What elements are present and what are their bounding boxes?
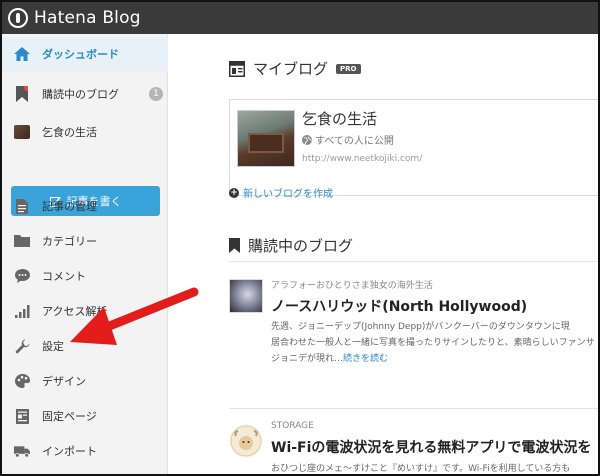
blog-visibility: すべての人に公開 xyxy=(302,132,394,147)
document-icon xyxy=(14,198,30,214)
entry-title[interactable]: Wi-Fiの電波状況を見れる無料アプリで電波状況を xyxy=(271,437,591,457)
bookmark-icon xyxy=(14,86,30,102)
hatena-blog-logo[interactable]: Hatena Blog xyxy=(8,6,141,30)
page-icon xyxy=(14,408,30,424)
entry-thumbnail[interactable] xyxy=(229,424,263,458)
my-blog-title: マイブログ xyxy=(253,60,329,78)
sidebar-item-label: コメント xyxy=(42,270,86,283)
sidebar-item-fixed-pages[interactable]: 固定ページ xyxy=(2,399,168,433)
entry-body-line: 先週、ジョニーデップ(Johnny Depp)がバンクーバーのダウンタウンに現 xyxy=(271,322,570,332)
sidebar-item-settings[interactable]: 設定 xyxy=(2,329,168,363)
bar-chart-icon xyxy=(14,303,30,319)
entry-blog-name[interactable]: アラフォーおひとりさま独女の海外生活 xyxy=(271,278,433,291)
sidebar-item-label: 記事の管理 xyxy=(42,200,97,213)
sidebar-item-label: デザイン xyxy=(42,375,86,388)
home-icon xyxy=(14,46,30,62)
sidebar-item-label: カテゴリー xyxy=(42,235,97,248)
sidebar-item-label: アクセス解析 xyxy=(42,305,108,318)
new-blog-link[interactable]: + 新しいブログを作成 xyxy=(229,185,333,200)
sidebar-item-analytics[interactable]: アクセス解析 xyxy=(2,294,168,328)
sidebar-item-category[interactable]: カテゴリー xyxy=(2,224,168,258)
sidebar-item-label: 設定 xyxy=(42,340,64,353)
subscribed-title: 購読中のブログ xyxy=(248,237,354,255)
sidebar-item-subscribed[interactable]: 購読中のブログ 1 xyxy=(2,77,168,111)
entry-body-line: ジョニデが現れ…続きを読む xyxy=(271,351,388,367)
plus-circle-icon: + xyxy=(229,187,239,198)
sheep-icon xyxy=(230,425,262,457)
top-bar: Hatena Blog xyxy=(2,2,598,34)
sidebar-item-import[interactable]: インポート xyxy=(2,434,168,468)
divider xyxy=(229,261,598,262)
hatena-logo-icon xyxy=(8,8,28,28)
blog-url[interactable]: http://www.neetkojiki.com/ xyxy=(302,154,422,164)
blog-name[interactable]: 乞食の生活 xyxy=(302,108,377,129)
entry-body-line: おひつじ座のメェ〜すけこと『めいすけ』です。Wi-Fiを利用している方も xyxy=(271,464,571,474)
sidebar-item-dashboard[interactable]: ダッシュボード xyxy=(2,37,168,71)
truck-icon xyxy=(14,443,30,459)
globe-icon xyxy=(302,134,312,145)
folder-icon xyxy=(14,233,30,249)
blog-thumbnail xyxy=(237,110,295,167)
entry-excerpt-end: ジョニデが現れ… xyxy=(271,354,344,364)
entry-thumbnail[interactable] xyxy=(229,279,263,313)
wrench-icon xyxy=(14,338,30,354)
main-content: マイブログ PRO 乞食の生活 すべての人に公開 http://www.neet… xyxy=(169,34,598,474)
entry-body-line: 居合わせた一般人と一緒に写真を撮ったりサインしたりと、素晴らしいファンサ xyxy=(271,338,595,348)
sidebar-item-comments[interactable]: コメント xyxy=(2,259,168,293)
my-blog-card[interactable]: 乞食の生活 すべての人に公開 http://www.neetkojiki.com… xyxy=(229,99,598,196)
sidebar-item-label: 乞食の生活 xyxy=(42,126,97,139)
unread-count-badge: 1 xyxy=(149,87,163,101)
sidebar: ダッシュボード 購読中のブログ 1 乞食の生活 記事を書く 記事の管理 カテゴリ… xyxy=(2,34,168,474)
app-window: Hatena Blog ダッシュボード 購読中のブログ 1 乞食の生活 記事を書… xyxy=(0,0,600,476)
sidebar-item-label: 固定ページ xyxy=(42,410,97,423)
bookmark-icon xyxy=(229,238,240,253)
palette-icon xyxy=(14,373,30,389)
sidebar-item-blog[interactable]: 乞食の生活 xyxy=(2,115,168,149)
blog-thumbnail-icon xyxy=(14,124,30,140)
layout-icon xyxy=(229,60,245,77)
entry-title[interactable]: ノースハリウッド(North Hollywood) xyxy=(271,296,527,316)
subscribed-heading: 購読中のブログ xyxy=(229,235,353,256)
my-blog-heading: マイブログ PRO xyxy=(229,58,361,79)
logo-text: Hatena Blog xyxy=(34,8,141,28)
divider xyxy=(229,408,598,409)
comment-icon xyxy=(14,268,30,284)
pro-badge: PRO xyxy=(336,63,361,74)
entry-blog-name[interactable]: STORAGE xyxy=(271,421,314,431)
sidebar-item-design[interactable]: デザイン xyxy=(2,364,168,398)
sidebar-item-manage-articles[interactable]: 記事の管理 xyxy=(2,189,168,223)
visibility-text: すべての人に公開 xyxy=(315,136,394,147)
sidebar-item-label: 購読中のブログ xyxy=(42,88,119,101)
new-blog-label: 新しいブログを作成 xyxy=(243,189,333,200)
read-more-link[interactable]: 続きを読む xyxy=(343,354,388,364)
sidebar-item-label: インポート xyxy=(42,445,97,458)
sidebar-item-label: ダッシュボード xyxy=(42,48,119,61)
